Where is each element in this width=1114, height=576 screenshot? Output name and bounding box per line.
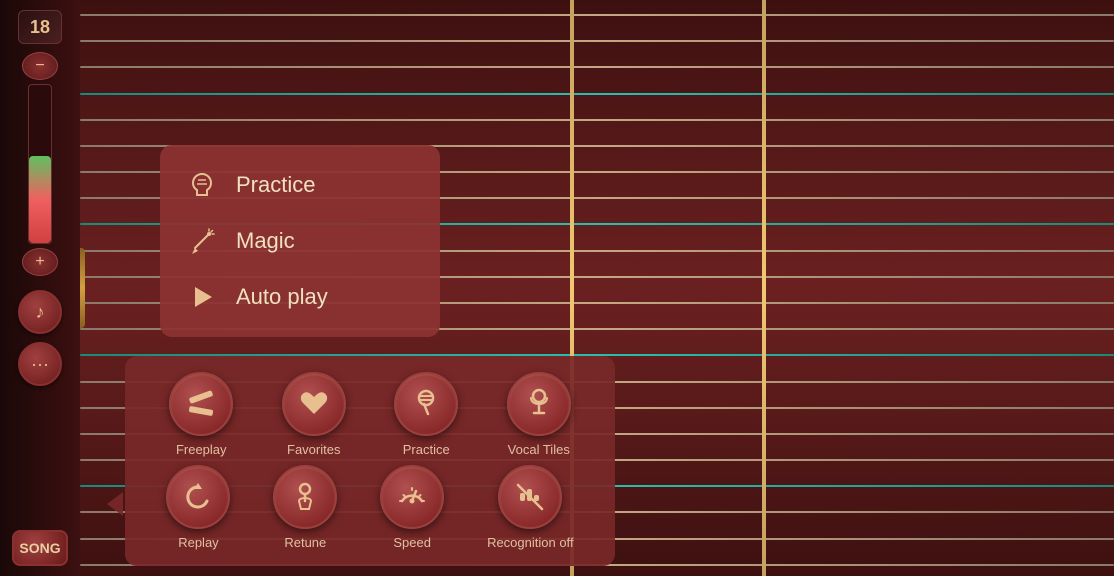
tool-recognition-off[interactable]: Recognition off (487, 465, 574, 550)
retune-label: Retune (284, 535, 326, 550)
bottom-toolbar: Freeplay Favorites Practice (125, 356, 615, 566)
vocal-tiles-label: Vocal Tiles (508, 442, 570, 457)
mode-item-practice[interactable]: Practice (176, 157, 424, 213)
tool-retune[interactable]: Retune (273, 465, 337, 550)
song-label: SONG (19, 540, 60, 556)
more-button[interactable]: ··· (18, 342, 62, 386)
recognition-off-button[interactable] (498, 465, 562, 529)
more-icon: ··· (31, 354, 49, 375)
string-0 (80, 14, 1114, 16)
practice-button[interactable] (394, 372, 458, 436)
practice-toolbar-label: Practice (403, 442, 450, 457)
left-sidebar: 18 − + ♪ ··· SONG (0, 0, 80, 576)
mode-menu: Practice Magic Auto play (160, 145, 440, 337)
volume-plus-button[interactable]: + (22, 248, 58, 276)
tool-vocal-tiles[interactable]: Vocal Tiles (507, 372, 571, 457)
panel-arrow (107, 492, 123, 516)
tool-speed[interactable]: Speed (380, 465, 444, 550)
bridge-2 (762, 0, 766, 576)
favorites-label: Favorites (287, 442, 340, 457)
freeplay-button[interactable] (169, 372, 233, 436)
autoplay-label: Auto play (236, 284, 328, 310)
music-button[interactable]: ♪ (18, 290, 62, 334)
tool-freeplay[interactable]: Freeplay (169, 372, 233, 457)
speed-label: Speed (393, 535, 431, 550)
volume-fill (29, 156, 51, 243)
string-4 (80, 119, 1114, 121)
number-badge: 18 (18, 10, 62, 44)
volume-minus-button[interactable]: − (22, 52, 58, 80)
string-1 (80, 40, 1114, 42)
song-button[interactable]: SONG (12, 530, 68, 566)
mode-item-magic[interactable]: Magic (176, 213, 424, 269)
tool-practice[interactable]: Practice (394, 372, 458, 457)
replay-label: Replay (178, 535, 218, 550)
replay-button[interactable] (166, 465, 230, 529)
tool-favorites[interactable]: Favorites (282, 372, 346, 457)
string-3 (80, 93, 1114, 95)
practice-icon (184, 167, 220, 203)
retune-button[interactable] (273, 465, 337, 529)
magic-label: Magic (236, 228, 295, 254)
volume-control: − + (22, 52, 58, 276)
toolbar-row-2: Replay Retune (145, 465, 595, 550)
speed-button[interactable] (380, 465, 444, 529)
freeplay-label: Freeplay (176, 442, 227, 457)
tool-replay[interactable]: Replay (166, 465, 230, 550)
magic-icon (184, 223, 220, 259)
mode-item-autoplay[interactable]: Auto play (176, 269, 424, 325)
music-icon: ♪ (36, 302, 45, 323)
string-2 (80, 66, 1114, 68)
volume-slider[interactable] (28, 84, 52, 244)
favorites-button[interactable] (282, 372, 346, 436)
recognition-off-label: Recognition off (487, 535, 574, 550)
toolbar-row-1: Freeplay Favorites Practice (145, 372, 595, 457)
practice-label: Practice (236, 172, 315, 198)
autoplay-icon (184, 279, 220, 315)
vocal-tiles-button[interactable] (507, 372, 571, 436)
